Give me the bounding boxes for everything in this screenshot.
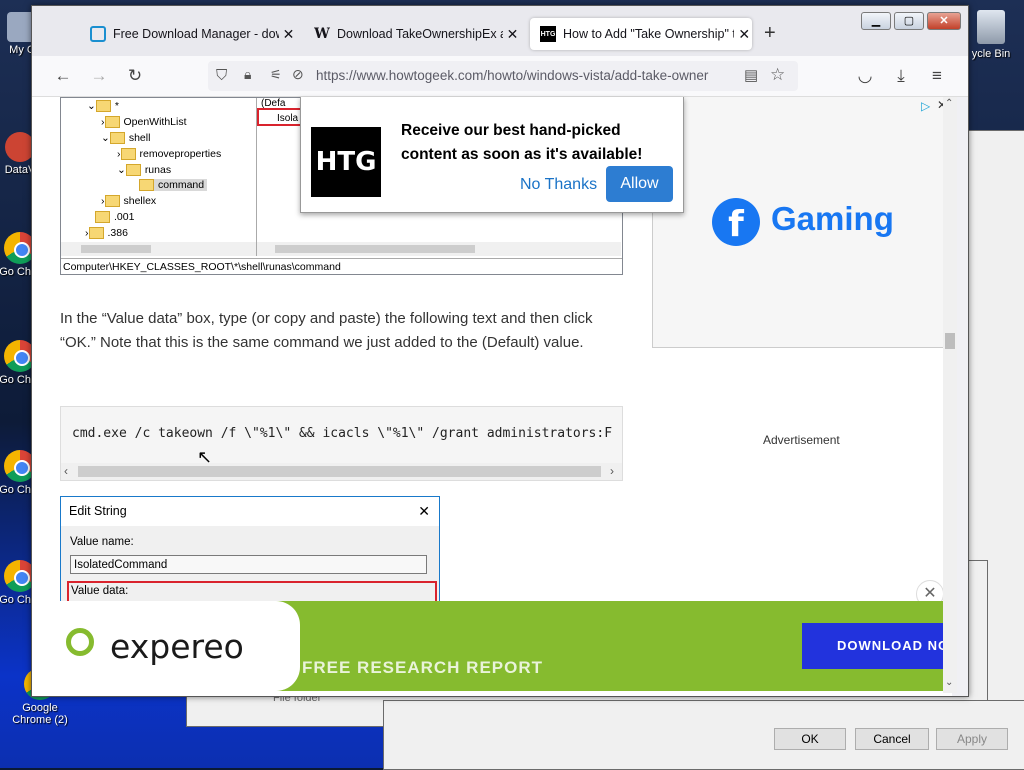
banner-logo-area: expereo (40, 601, 276, 691)
close-tab-icon[interactable]: ✕ (505, 26, 520, 43)
dialog-title-bar: Edit String ✕ (61, 497, 439, 526)
forward-arrow-icon[interactable]: → (86, 64, 112, 88)
tab-bar: Free Download Manager - down ✕ W Downloa… (32, 6, 968, 56)
tree-item-selected: command (139, 179, 208, 191)
folder-icon (139, 179, 154, 191)
close-icon: ✕ (418, 503, 430, 519)
close-window-icon[interactable]: ✕ (927, 12, 961, 30)
allow-button[interactable]: Allow (606, 166, 673, 202)
expereo-banner-ad[interactable]: expereo FREE RESEARCH REPORT DOWNLOAD NO (40, 601, 943, 691)
reload-icon[interactable]: ↻ (122, 64, 148, 88)
ok-button[interactable]: OK (774, 728, 846, 750)
downloads-icon[interactable]: ⤓ (888, 64, 914, 88)
url-text[interactable]: https://www.howtogeek.com/howto/windows-… (316, 68, 736, 83)
value-isolated-command-highlight: Isola (257, 108, 303, 126)
value-name-field: IsolatedCommand (70, 555, 427, 574)
folder-icon (88, 227, 104, 239)
facebook-gaming-ad[interactable]: ▷ ✕ f Gaming (652, 97, 952, 348)
values-scrollbar[interactable] (257, 242, 621, 256)
code-block: cmd.exe /c takeown /f \"%1\" && icacls \… (60, 406, 623, 481)
folder-icon (125, 164, 141, 176)
code-scrollbar[interactable]: ‹ › (61, 463, 622, 480)
tab-how-to-add-take-ownership[interactable]: HTG How to Add "Take Ownership" t ✕ (530, 18, 752, 50)
folder-icon (120, 148, 136, 160)
tracking-blocked-icon[interactable]: ⊘ (292, 66, 304, 83)
no-thanks-button[interactable]: No Thanks (520, 176, 597, 194)
scrollbar-thumb[interactable] (78, 466, 601, 477)
value-name-label: Value name: (70, 536, 134, 548)
wikipedia-icon: W (314, 26, 330, 42)
address-bar[interactable]: ⛉ 🔒︎ ⚟ ⊘ https://www.howtogeek.com/howto… (208, 61, 798, 91)
adchoices-icon[interactable]: ▷ (921, 99, 930, 113)
htg-logo: HTG (311, 127, 381, 197)
tab-takeownershipex[interactable]: W Download TakeOwnershipEx all ✕ (304, 18, 520, 50)
tree-item: ⌄ runas (117, 164, 172, 176)
scroll-left-icon[interactable]: ‹ (64, 464, 68, 478)
cancel-button[interactable]: Cancel (855, 728, 929, 750)
back-arrow-icon[interactable]: ← (50, 64, 76, 88)
new-tab-icon[interactable]: + (764, 22, 776, 45)
scroll-down-icon[interactable]: ⌄ (945, 677, 953, 688)
code-text[interactable]: cmd.exe /c takeown /f \"%1\" && icacls \… (72, 426, 612, 441)
tree-item: ⌄ shell (101, 132, 151, 144)
registry-tree: ⌄ * › OpenWithList ⌄ shell › removeprope… (61, 98, 257, 256)
article-paragraph: In the “Value data” box, type (or copy a… (60, 310, 593, 351)
popup-message: Receive our best hand-picked content as … (401, 122, 643, 163)
registry-path-bar: Computer\HKEY_CLASSES_ROOT\*\shell\runas… (61, 258, 622, 274)
reader-view-icon[interactable]: ▤ (744, 66, 758, 84)
permissions-icon[interactable]: ⚟ (270, 67, 282, 83)
tree-item: › .386 (85, 227, 128, 239)
folder-icon (104, 195, 120, 207)
value-data-label: Value data: (71, 585, 129, 597)
minimize-icon[interactable]: ▁ (861, 12, 891, 30)
scrollbar-thumb[interactable] (81, 245, 151, 253)
tree-item: › shellex (101, 195, 157, 207)
folder-icon (95, 100, 111, 112)
expereo-logo-icon (66, 628, 94, 656)
scrollbar-thumb[interactable] (945, 333, 955, 349)
htg-favicon-icon: HTG (540, 26, 556, 42)
fdm-icon (90, 26, 106, 42)
folder-icon (104, 116, 120, 128)
bookmark-star-icon[interactable]: ☆ (770, 65, 785, 85)
scrollbar-thumb[interactable] (275, 245, 475, 253)
mouse-cursor-icon: ↖ (197, 447, 213, 467)
tree-item: › removeproperties (117, 148, 222, 160)
tab-free-download-manager[interactable]: Free Download Manager - down ✕ (80, 18, 296, 50)
pocket-icon[interactable]: ◡ (852, 64, 878, 88)
folder-icon (95, 211, 110, 223)
recycle-bin-icon (977, 10, 1005, 44)
navigation-toolbar: ← → ↻ ⛉ 🔒︎ ⚟ ⊘ https://www.howtogeek.com… (32, 56, 968, 97)
close-tab-icon[interactable]: ✕ (281, 26, 296, 43)
folder-icon (109, 132, 125, 144)
page-scrollbar[interactable]: ⌃ ⌄ (943, 97, 957, 693)
background-properties-dialog: OK Cancel Apply (383, 700, 1024, 770)
tree-item: .001 (95, 211, 134, 223)
expereo-logo-text: expereo (110, 627, 244, 666)
edit-string-dialog-screenshot: Edit String ✕ Value name: IsolatedComman… (60, 496, 440, 618)
maximize-icon[interactable]: ▢ (894, 12, 924, 30)
ad-brand-text: Gaming (771, 200, 894, 237)
scroll-up-icon[interactable]: ⌃ (945, 98, 953, 109)
tree-item: ⌄ * (87, 100, 119, 112)
close-tab-icon[interactable]: ✕ (736, 26, 752, 43)
apply-button[interactable]: Apply (936, 728, 1008, 750)
lock-icon[interactable]: 🔒︎ (244, 66, 251, 83)
shield-icon[interactable]: ⛉ (216, 67, 227, 84)
banner-tagline: FREE RESEARCH REPORT (302, 658, 544, 677)
facebook-logo-icon: f (712, 198, 760, 246)
tree-scrollbar[interactable] (61, 242, 256, 256)
banner-curve (276, 601, 300, 691)
menu-icon[interactable]: ≡ (924, 64, 950, 88)
htg-subscribe-popup: HTG Receive our best hand-picked content… (300, 97, 684, 213)
advertisement-label: Advertisement (763, 433, 840, 447)
tree-item: › OpenWithList (101, 116, 187, 128)
download-now-button[interactable]: DOWNLOAD NO (802, 623, 943, 669)
scroll-right-icon[interactable]: › (610, 464, 614, 478)
browser-window: Free Download Manager - down ✕ W Downloa… (31, 5, 969, 697)
